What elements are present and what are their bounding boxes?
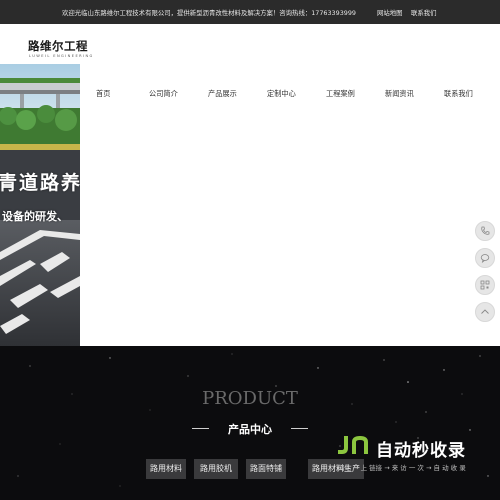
hero-road-image: [0, 64, 80, 346]
side-qrcode-button[interactable]: [475, 275, 495, 295]
hero-banner: 青道路养 设备的研发、: [0, 64, 80, 346]
nav-news[interactable]: 新闻资讯: [385, 89, 414, 99]
hero-title: 青道路养: [0, 172, 80, 194]
main-nav: 首页 公司简介 产品展示 定制中心 工程案例 新闻资讯 联系我们: [80, 64, 500, 122]
logo-icon: [0, 38, 26, 52]
top-bar: 欢迎光临山东路维尔工程技术有限公司，提供新型沥青改性材料及解决方案！咨询热线：1…: [0, 0, 500, 24]
header: 路维尔工程 LUWEIL ENGINEERING: [0, 24, 500, 64]
nav-products[interactable]: 产品展示: [208, 89, 237, 99]
category-button-pavement[interactable]: 路面特铺: [246, 459, 286, 479]
site-map-link[interactable]: 网站地图: [377, 8, 403, 17]
category-button-road-materials[interactable]: 路用材料: [146, 459, 186, 479]
logo-text[interactable]: 路维尔工程: [28, 38, 88, 54]
watermark-title: 自动秒收录: [376, 441, 466, 461]
chat-icon: [480, 254, 490, 263]
welcome-text: 欢迎光临山东路维尔工程技术有限公司，提供新型沥青改性材料及解决方案！咨询热线：1…: [62, 9, 356, 17]
product-title-en: PRODUCT: [202, 388, 298, 409]
qrcode-icon: [480, 280, 490, 290]
watermark-subtitle: 网站 → 上 链接 → 来 访 一 次 → 自 动 收 录: [338, 464, 466, 472]
side-chat-button[interactable]: [475, 248, 495, 268]
category-button-glue-machine[interactable]: 路用胶机: [194, 459, 238, 479]
phone-icon: [481, 226, 490, 235]
side-phone-button[interactable]: [475, 221, 495, 241]
nav-home[interactable]: 首页: [96, 89, 110, 99]
back-to-top-icon: [481, 309, 489, 314]
contact-us-link[interactable]: 联系我们: [411, 8, 437, 17]
nav-contact[interactable]: 联系我们: [444, 89, 473, 99]
watermark-logo-icon: [338, 436, 368, 454]
side-top-button[interactable]: [475, 302, 495, 322]
nav-custom[interactable]: 定制中心: [267, 89, 296, 99]
hero-subtitle: 设备的研发、: [2, 210, 68, 223]
nav-about[interactable]: 公司简介: [149, 89, 178, 99]
watermark: 自动秒收录 网站 → 上 链接 → 来 访 一 次 → 自 动 收 录: [336, 434, 486, 478]
nav-cases[interactable]: 工程案例: [326, 89, 355, 99]
logo-subtitle: LUWEIL ENGINEERING: [29, 54, 94, 58]
title-divider-right: [291, 428, 308, 429]
